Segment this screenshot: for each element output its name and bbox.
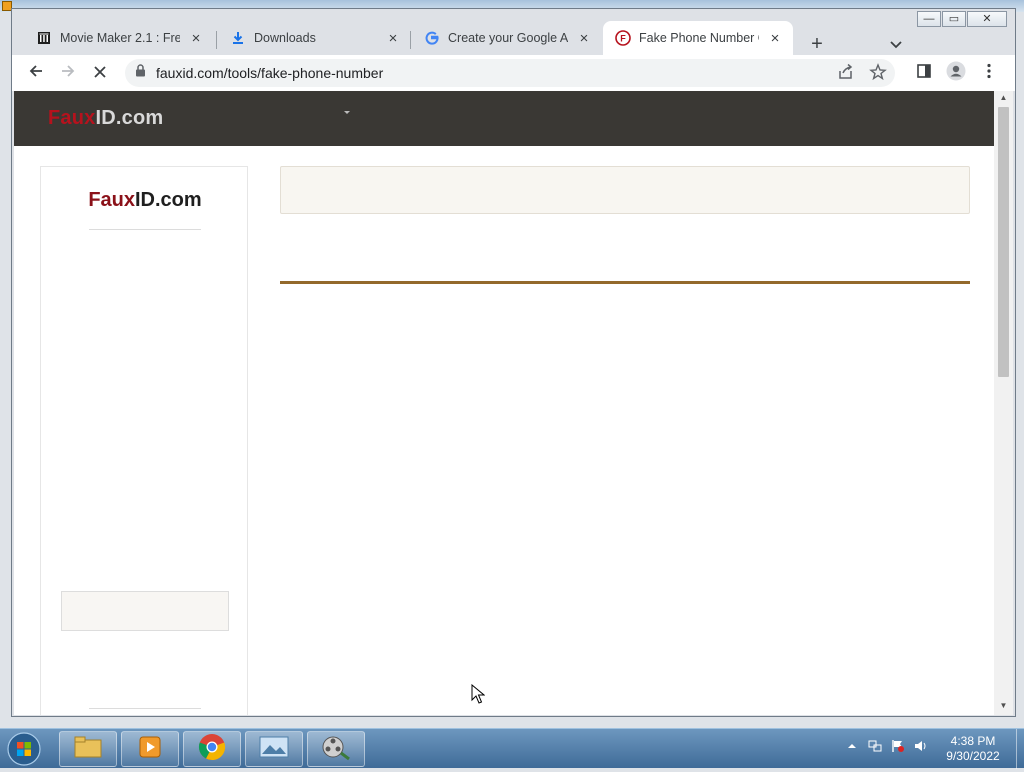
url-text[interactable]: fauxid.com/tools/fake-phone-number [156,65,383,81]
side-panel-icon[interactable] [912,61,936,85]
bookmark-star-icon[interactable] [869,63,887,83]
tab-search-chevron-icon[interactable] [884,33,908,57]
tab-label: Fake Phone Number Ge [639,31,759,45]
address-bar[interactable]: fauxid.com/tools/fake-phone-number [125,59,895,87]
photo-viewer-icon [259,736,289,763]
clock-date: 9/30/2022 [946,749,1000,763]
sidebar-logo[interactable]: FauxID.com [41,189,249,212]
tab-fake-phone-number[interactable]: F Fake Phone Number Ge × [603,21,793,55]
start-button[interactable] [4,731,48,767]
media-player-icon [138,735,162,764]
clock-time: 4:38 PM [950,734,996,748]
site-logo[interactable]: FauxID.com [48,107,163,130]
content-divider [280,281,970,284]
svg-text:F: F [620,34,626,44]
scroll-thumb[interactable] [998,107,1009,377]
back-button[interactable] [24,61,48,85]
menu-kebab-icon[interactable] [977,61,1001,85]
explorer-icon [74,736,102,763]
page-viewport: FauxID.com FauxID.com [14,91,994,715]
stop-loading-button[interactable] [88,61,112,85]
network-icon[interactable] [868,739,882,753]
new-tab-button[interactable]: + [805,33,829,57]
tab-separator [410,31,411,49]
logo-id: ID.com [95,107,164,129]
sidebar-logo-faux: Faux [88,189,135,211]
archive-icon [36,30,52,46]
tab-close-icon[interactable]: × [385,30,401,47]
show-hidden-icons-icon[interactable] [845,739,859,753]
scroll-up-arrow-icon[interactable]: ▲ [994,93,1013,105]
tab-strip: Movie Maker 2.1 : Free D × Downloads × C… [12,19,1015,55]
browser-toolbar: fauxid.com/tools/fake-phone-number [12,55,1015,91]
sidebar: FauxID.com [40,166,248,715]
system-tray [845,739,928,753]
tab-label: Create your Google Acco [448,31,568,45]
logo-faux: Faux [48,107,96,129]
show-desktop-button[interactable] [1016,729,1024,769]
taskbar-clock[interactable]: 4:38 PM 9/30/2022 [930,734,1016,764]
tab-separator [216,31,217,49]
download-icon [230,30,246,46]
google-icon [424,30,440,46]
tab-movie-maker[interactable]: Movie Maker 2.1 : Free D × [24,21,214,55]
chrome-icon [198,733,226,766]
sidebar-empty-box [61,591,229,631]
tab-close-icon[interactable]: × [188,30,204,47]
volume-icon[interactable] [914,739,928,753]
taskbar-media-player-button[interactable] [121,731,179,767]
taskbar-photo-viewer-button[interactable] [245,731,303,767]
lock-icon[interactable] [135,64,146,82]
tab-label: Downloads [254,31,316,45]
content-placeholder-box [280,166,970,214]
tab-downloads[interactable]: Downloads × [218,21,411,55]
divider [89,708,201,709]
mouse-pointer-icon [471,683,486,709]
divider [89,229,201,230]
taskbar-movie-maker-button[interactable] [307,731,365,767]
chrome-window: — ▭ ✕ Movie Maker 2.1 : Free D × Downloa… [11,8,1016,717]
movie-maker-icon [321,733,351,766]
site-header: FauxID.com [14,91,994,146]
scroll-down-arrow-icon[interactable]: ▼ [994,701,1013,713]
nav-dropdown-caret-icon[interactable] [344,111,350,114]
tab-label: Movie Maker 2.1 : Free D [60,31,180,45]
vertical-scrollbar[interactable]: ▲ ▼ [994,91,1013,715]
taskbar-chrome-button[interactable] [183,731,241,767]
tab-close-icon[interactable]: × [767,30,783,47]
tab-close-icon[interactable]: × [576,30,592,47]
forward-button[interactable] [56,61,80,85]
tab-google-account[interactable]: Create your Google Acco × [412,21,602,55]
action-center-flag-icon[interactable] [891,739,905,753]
taskbar: 4:38 PM 9/30/2022 [0,728,1024,769]
profile-avatar-icon[interactable] [944,61,968,85]
share-icon[interactable] [837,63,855,83]
taskbar-explorer-button[interactable] [59,731,117,767]
fauxid-icon: F [615,30,631,46]
sidebar-logo-id: ID.com [135,189,202,211]
